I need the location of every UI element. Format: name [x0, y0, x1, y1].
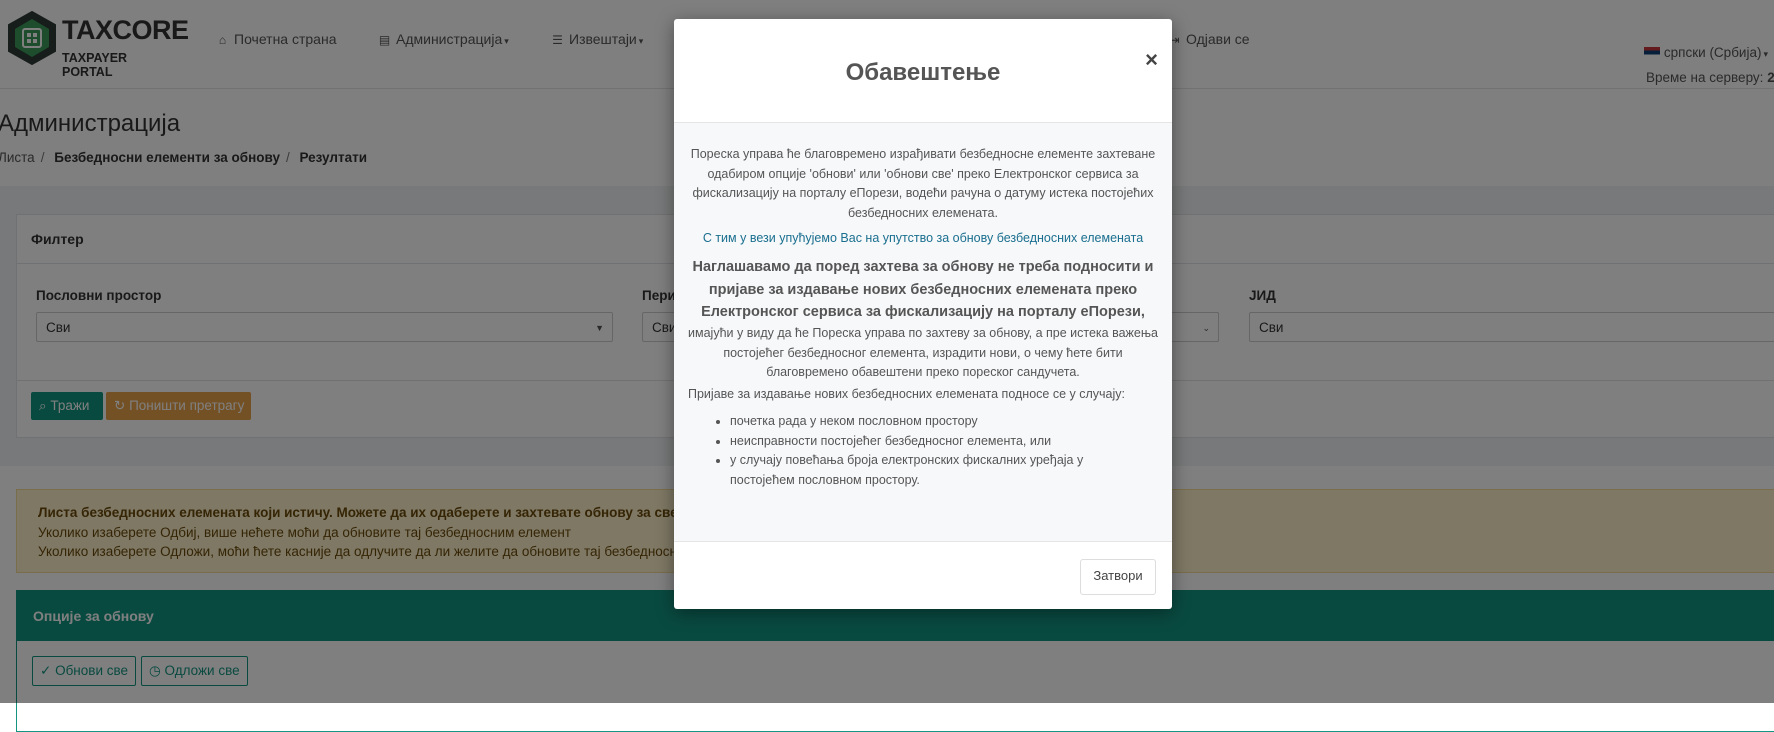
modal-paragraph-1: Пореска управа ће благовремено израђиват… [690, 147, 1156, 220]
modal-title: Обавештење [845, 59, 1001, 86]
renewal-instructions-link[interactable]: С тим у вези упућујемо Вас на упутство з… [688, 229, 1158, 248]
modal-header: Обавештење × [674, 19, 1172, 123]
list-item: у случају повећања броја електронских фи… [730, 451, 1140, 490]
close-icon[interactable]: × [1145, 49, 1158, 71]
list-item: неисправности постојећег безбедносног ел… [730, 432, 1140, 452]
close-button[interactable]: Затвори [1080, 559, 1156, 595]
modal-emphasis: Наглашавамо да поред захтева за обнову н… [692, 259, 1154, 320]
notice-modal: Обавештење × Пореска управа ће благоврем… [674, 19, 1172, 609]
modal-body: Пореска управа ће благовремено израђиват… [674, 123, 1172, 542]
modal-footer: Затвори [674, 542, 1172, 609]
list-item: почетка рада у неком пословном простору [730, 412, 1140, 432]
modal-paragraph-2: имајући у виду да ће Пореска управа по з… [688, 326, 1158, 379]
modal-list: почетка рада у неком пословном простору … [715, 412, 1140, 490]
modal-list-intro: Пријаве за издавање нових безбедносних е… [688, 387, 1125, 401]
